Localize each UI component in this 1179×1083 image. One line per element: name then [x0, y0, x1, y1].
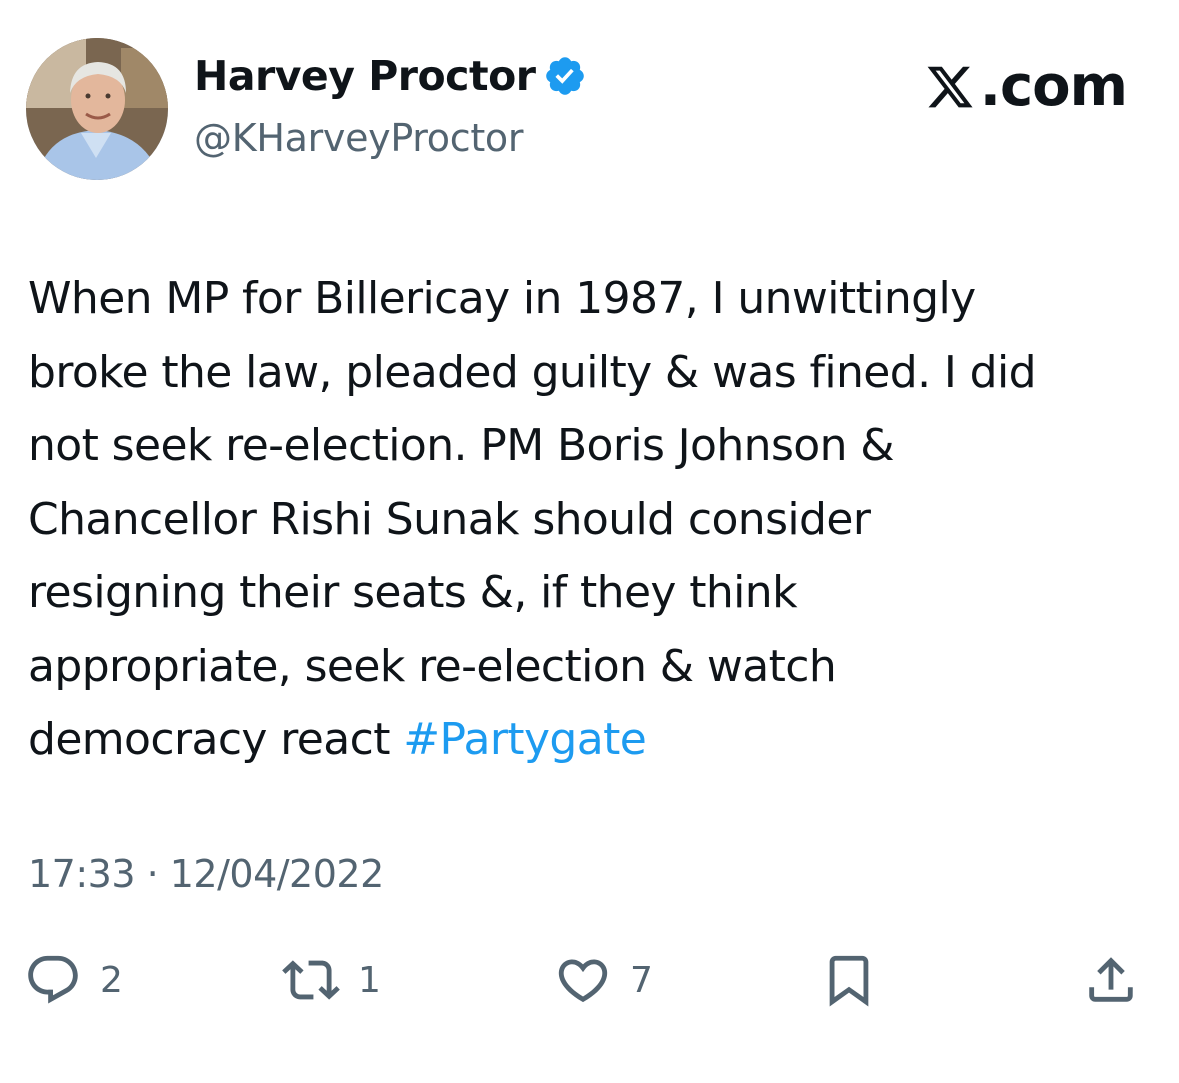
retweet-count: 1	[358, 959, 381, 1001]
bookmark-icon	[829, 955, 869, 1007]
action-bar: 2 1 7	[0, 945, 1179, 1015]
x-logo-icon	[927, 66, 973, 107]
avatar-image	[26, 38, 168, 180]
bookmark-button[interactable]	[820, 945, 878, 1015]
brand-label: .com	[979, 54, 1128, 119]
tweet-timestamp[interactable]: 17:33 · 12/04/2022	[28, 852, 384, 896]
tweet-body: When MP for Billericay in 1987, I unwitt…	[28, 273, 1037, 765]
reply-count: 2	[100, 959, 123, 1001]
hashtag-link[interactable]: #Partygate	[403, 714, 647, 765]
reply-icon	[28, 955, 78, 1004]
author-name-row[interactable]: Harvey Proctor	[194, 52, 587, 100]
like-count: 7	[630, 959, 653, 1001]
avatar[interactable]	[26, 38, 168, 180]
author-handle[interactable]: @KHarveyProctor	[194, 116, 524, 160]
heart-icon	[558, 959, 608, 1003]
retweet-icon	[282, 960, 340, 1000]
share-button[interactable]	[1082, 945, 1140, 1015]
brand-logo: .com	[924, 54, 1128, 119]
verified-badge-icon	[546, 57, 585, 95]
share-icon	[1089, 957, 1133, 1002]
retweet-button[interactable]: 1	[282, 945, 381, 1015]
reply-button[interactable]: 2	[24, 945, 123, 1015]
tweet-text: When MP for Billericay in 1987, I unwitt…	[28, 262, 1158, 777]
author-display-name[interactable]: Harvey Proctor	[194, 52, 536, 100]
like-button[interactable]: 7	[554, 945, 653, 1015]
